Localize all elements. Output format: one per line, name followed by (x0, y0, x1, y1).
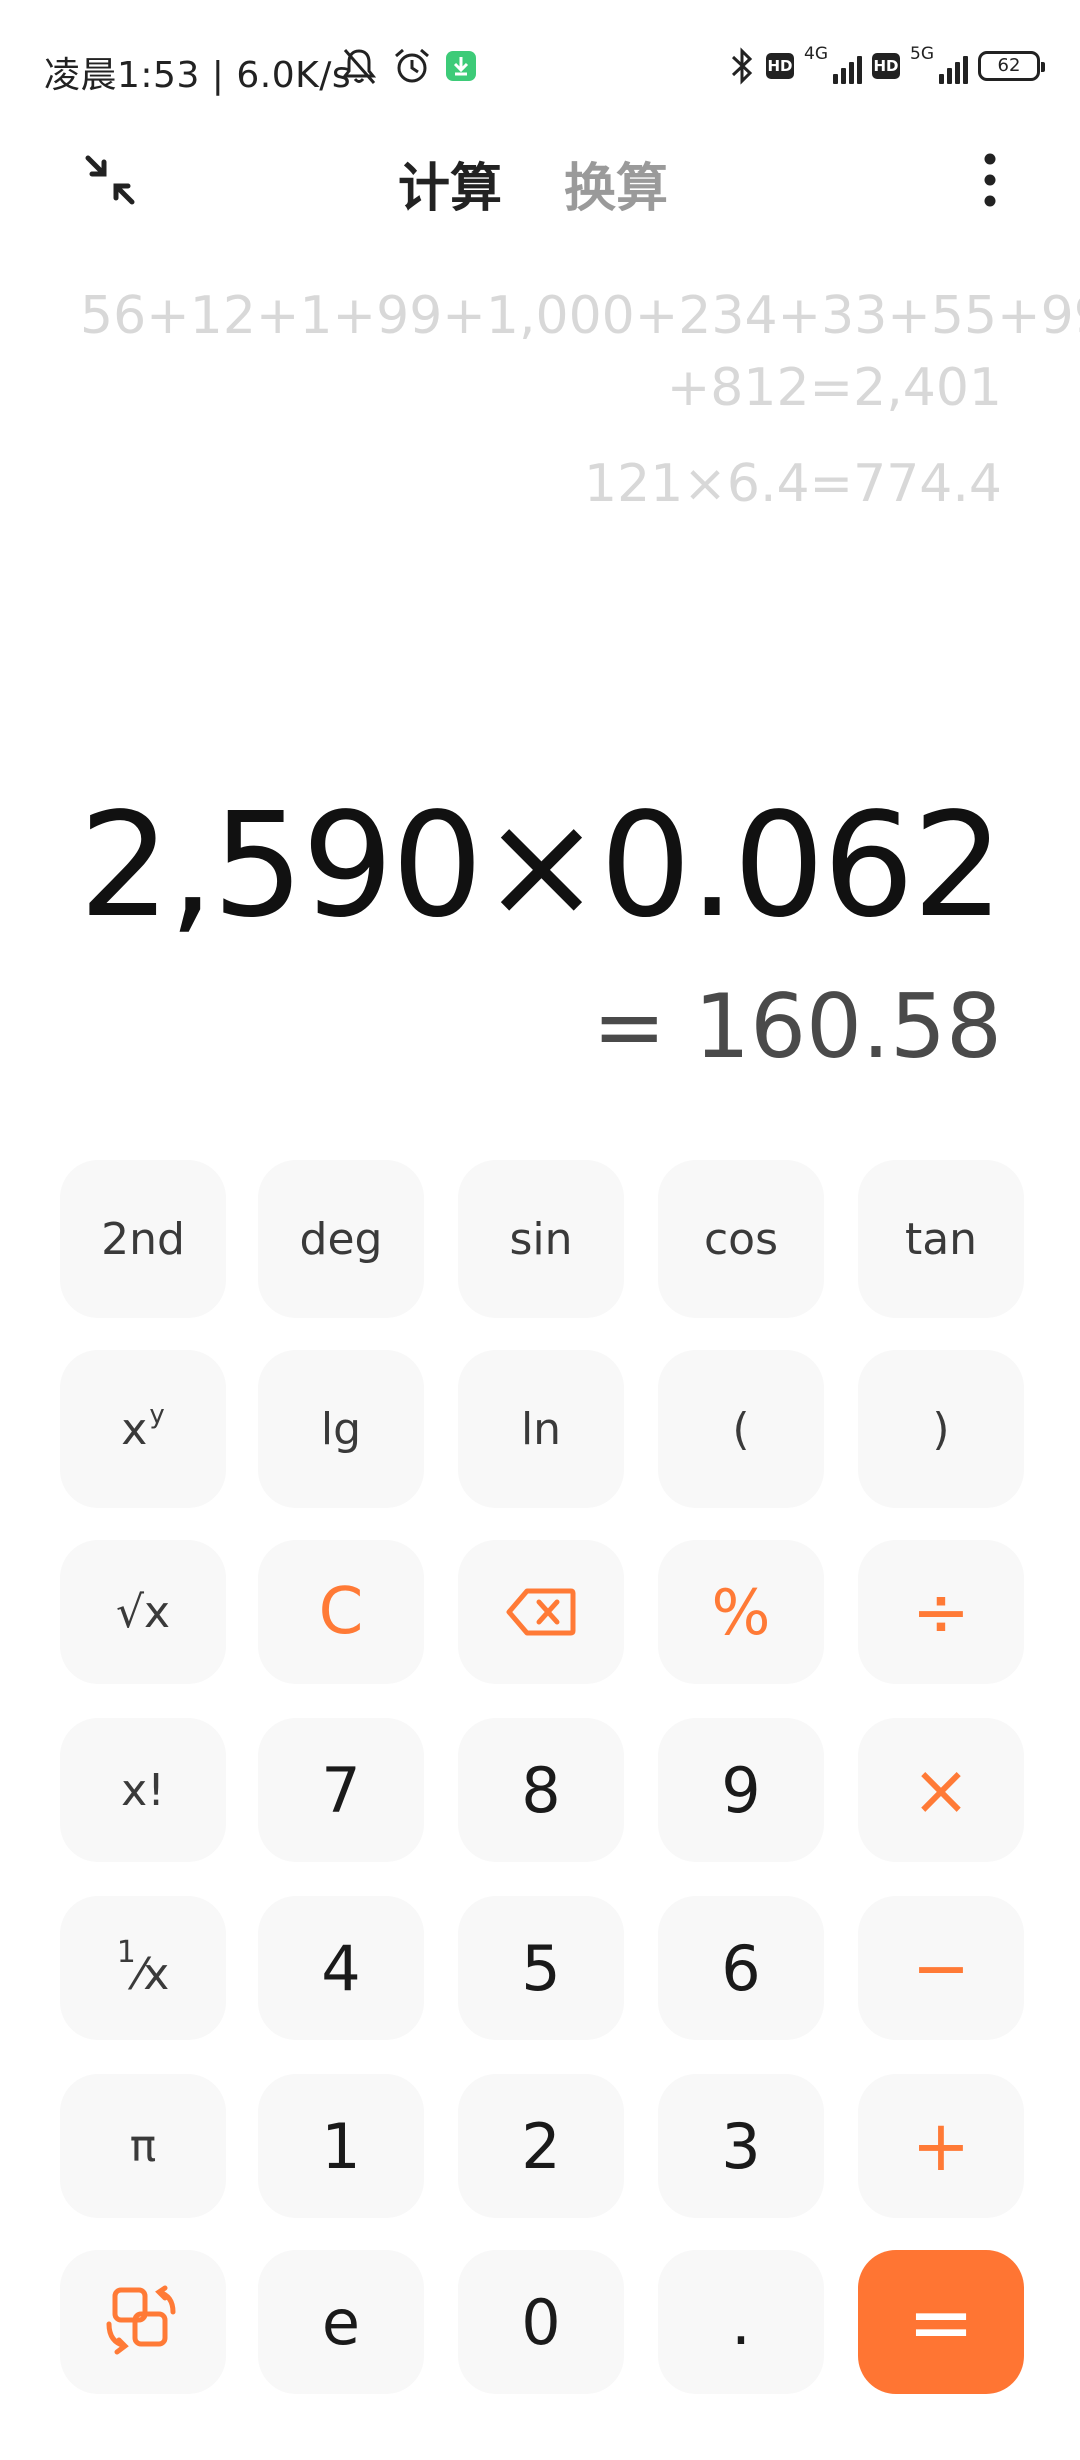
key-divide[interactable]: ÷ (858, 1540, 1024, 1684)
collapse-button[interactable] (70, 140, 150, 220)
key-sqrt[interactable]: √x (60, 1540, 226, 1684)
mode-tabs: 计算 换算 (398, 146, 668, 221)
download-icon (446, 51, 476, 81)
key-plus[interactable]: + (858, 2074, 1024, 2218)
tab-convert[interactable]: 换算 (564, 146, 668, 221)
key-7[interactable]: 7 (258, 1718, 424, 1862)
key-3[interactable]: 3 (658, 2074, 824, 2218)
key-clear[interactable]: C (258, 1540, 424, 1684)
key-cos[interactable]: cos (658, 1160, 824, 1318)
calculator-screen: 凌晨1:53 | 6.0K/s HD 4G HD 5G 62 计算 换算 56+… (0, 0, 1080, 2460)
key-0[interactable]: 0 (458, 2250, 624, 2394)
key-backspace[interactable] (458, 1540, 624, 1684)
key-e[interactable]: e (258, 2250, 424, 2394)
key-minus[interactable]: − (858, 1896, 1024, 2040)
key-left-paren[interactable]: ( (658, 1350, 824, 1508)
key-power-exponent: y (149, 1400, 165, 1430)
key-switch-mode[interactable] (60, 2250, 226, 2394)
key-reciprocal-numerator: 1 (116, 1934, 136, 1970)
status-icons-right: HD 4G HD 5G 62 (728, 44, 1045, 88)
key-multiply[interactable]: × (858, 1718, 1024, 1862)
more-vertical-icon (984, 153, 996, 207)
key-6[interactable]: 6 (658, 1896, 824, 2040)
key-sin[interactable]: sin (458, 1160, 624, 1318)
key-lg[interactable]: lg (258, 1350, 424, 1508)
result-display: = 160.58 (592, 975, 1002, 1078)
key-percent[interactable]: % (658, 1540, 824, 1684)
key-equals[interactable]: = (858, 2250, 1024, 2394)
signal-4g-label: 4G (804, 44, 828, 64)
hd-badge-2: HD (872, 53, 900, 79)
collapse-arrows-icon (85, 155, 135, 205)
switch-mode-icon (106, 2285, 176, 2355)
key-2nd[interactable]: 2nd (60, 1160, 226, 1318)
key-5[interactable]: 5 (458, 1896, 624, 2040)
status-time: 凌晨1:53 | 6.0K/s (44, 55, 352, 96)
key-2[interactable]: 2 (458, 2074, 624, 2218)
key-pi[interactable]: π (60, 2074, 226, 2218)
key-power-base: x (121, 1403, 148, 1455)
top-bar: 计算 换算 (0, 130, 1080, 230)
backspace-icon (506, 1588, 576, 1636)
alarm-clock-icon (392, 46, 432, 86)
key-dot[interactable]: . (658, 2250, 824, 2394)
expression-display: 2,590×0.062 (78, 781, 1004, 949)
key-4[interactable]: 4 (258, 1896, 424, 2040)
hd-badge: HD (766, 53, 794, 79)
bluetooth-icon (728, 47, 756, 85)
status-icons-left (340, 44, 476, 88)
battery-icon: 62 (978, 51, 1045, 81)
signal-4g-icon: 4G (804, 44, 862, 86)
key-8[interactable]: 8 (458, 1718, 624, 1862)
status-bar: 凌晨1:53 | 6.0K/s HD 4G HD 5G 62 (0, 0, 1080, 140)
key-factorial[interactable]: x! (60, 1718, 226, 1862)
key-reciprocal-denominator: ⁄x (135, 1948, 170, 2000)
history-list[interactable]: 56+12+1+99+1,000+234+33+55+99 +812=2,401… (80, 280, 1080, 520)
key-reciprocal[interactable]: 1 ⁄x (60, 1896, 226, 2040)
tab-calculate[interactable]: 计算 (398, 146, 502, 221)
mute-bell-icon (340, 46, 378, 86)
history-entry-1-line2: +812=2,401 (666, 358, 1002, 418)
history-entry-1-line1: 56+12+1+99+1,000+234+33+55+99 (80, 286, 1080, 346)
signal-5g-label: 5G (910, 44, 934, 64)
more-button[interactable] (960, 140, 1020, 220)
history-entry-2: 121×6.4=774.4 (584, 454, 1002, 514)
key-1[interactable]: 1 (258, 2074, 424, 2218)
key-tan[interactable]: tan (858, 1160, 1024, 1318)
key-deg[interactable]: deg (258, 1160, 424, 1318)
key-ln[interactable]: ln (458, 1350, 624, 1508)
key-right-paren[interactable]: ) (858, 1350, 1024, 1508)
key-power[interactable]: xy (60, 1350, 226, 1508)
key-9[interactable]: 9 (658, 1718, 824, 1862)
signal-5g-icon: 5G (910, 44, 968, 86)
